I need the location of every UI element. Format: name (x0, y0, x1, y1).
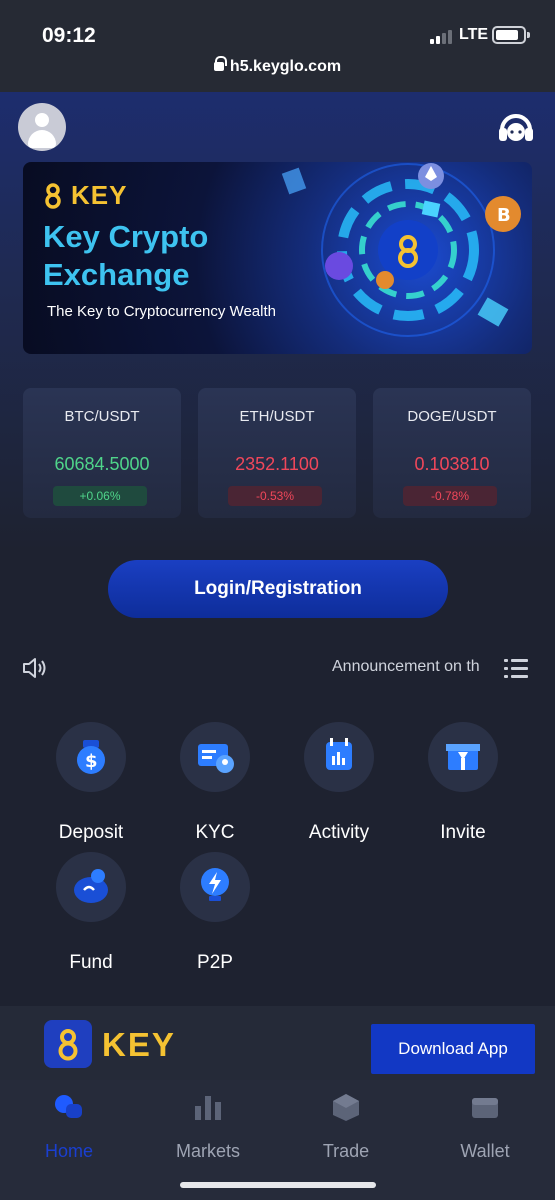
svg-text:$: $ (85, 751, 98, 772)
banner-logo-text: KEY (71, 180, 128, 210)
user-avatar-icon[interactable] (18, 103, 66, 151)
tab-label: Trade (322, 1141, 370, 1161)
address-bar[interactable]: h5.keyglo.com (0, 56, 555, 76)
action-invite[interactable]: Invite (408, 722, 518, 844)
action-deposit[interactable]: $ Deposit (36, 722, 146, 844)
ticker-pair: BTC/USDT (64, 408, 140, 425)
network-type: LTE (459, 26, 489, 43)
speaker-icon (23, 658, 46, 678)
ticker-card-btc[interactable]: BTC/USDT 60684.5000 +0.06% (23, 388, 181, 518)
lightning-bulb-icon (180, 852, 250, 922)
wallet-icon (472, 1098, 498, 1118)
tab-label: Wallet (460, 1141, 510, 1161)
list-icon[interactable] (504, 658, 528, 678)
gift-box-icon (428, 722, 498, 792)
banner-title-line2: Exchange (43, 257, 190, 292)
key-logo-icon (45, 182, 61, 209)
banner-title-line1: Key Crypto (43, 219, 209, 254)
action-p2p[interactable]: P2P (160, 852, 270, 974)
ticker-change-badge: +0.06% (53, 486, 147, 506)
banner-key-logo: KEY (43, 180, 127, 211)
action-label: P2P (197, 952, 233, 973)
action-activity[interactable]: Activity (284, 722, 394, 844)
status-time: 09:12 (42, 24, 96, 47)
download-app-bar: KEY Download App (0, 1006, 555, 1080)
banner-subtitle: The Key to Cryptocurrency Wealth (47, 303, 276, 320)
ticker-change-badge: -0.53% (228, 486, 322, 506)
ticker-change-badge: -0.78% (403, 486, 497, 506)
lock-icon (213, 56, 227, 71)
promo-banner[interactable]: B KEY Key Crypto Exchange The Key to Cry… (23, 162, 532, 354)
ticker-price: 2352.1100 (235, 454, 319, 474)
ticker-price: 0.103810 (414, 454, 490, 474)
action-label: KYC (195, 822, 235, 843)
action-label: Deposit (58, 822, 124, 843)
banner-title: Key Crypto Exchange (43, 218, 208, 294)
tab-trade[interactable]: Trade (281, 1092, 411, 1162)
tab-label: Markets (175, 1141, 240, 1161)
tab-home[interactable]: Home (4, 1092, 134, 1162)
calendar-chart-icon (304, 722, 374, 792)
status-bar: 09:12 LTE h5.keyglo.com (0, 0, 555, 92)
id-card-icon (180, 722, 250, 792)
url-text: h5.keyglo.com (229, 58, 342, 75)
piggy-bank-icon (56, 852, 126, 922)
key-logo-icon (44, 1020, 92, 1068)
ticker-card-doge[interactable]: DOGE/USDT 0.103810 -0.78% (373, 388, 531, 518)
login-registration-button[interactable]: Login/Registration (108, 560, 448, 618)
action-fund[interactable]: Fund (36, 852, 146, 974)
customer-support-headset-icon[interactable] (496, 110, 536, 146)
download-app-button[interactable]: Download App (371, 1024, 535, 1074)
action-label: Invite (440, 822, 486, 843)
battery-icon (492, 26, 530, 44)
ticker-price: 60684.5000 (54, 454, 150, 474)
tab-wallet[interactable]: Wallet (420, 1092, 550, 1162)
action-kyc[interactable]: KYC (160, 722, 270, 844)
ticker-card-eth[interactable]: ETH/USDT 2352.1100 -0.53% (198, 388, 356, 518)
download-logo-text: KEY (102, 1026, 176, 1063)
bar-chart-icon (195, 1096, 221, 1120)
cube-icon (333, 1094, 359, 1121)
announcement-text[interactable]: Announcement on th (332, 658, 490, 676)
tab-label: Home (44, 1141, 93, 1161)
signal-strength-icon (430, 28, 456, 44)
ticker-pair: DOGE/USDT (407, 408, 497, 425)
home-indicator (180, 1182, 376, 1188)
action-label: Fund (69, 952, 113, 973)
svg-text:B: B (497, 205, 511, 226)
tab-markets[interactable]: Markets (143, 1092, 273, 1162)
dollar-coin-icon: $ (56, 722, 126, 792)
action-label: Activity (308, 822, 370, 843)
home-icon (55, 1095, 82, 1118)
ticker-pair: ETH/USDT (239, 408, 315, 425)
